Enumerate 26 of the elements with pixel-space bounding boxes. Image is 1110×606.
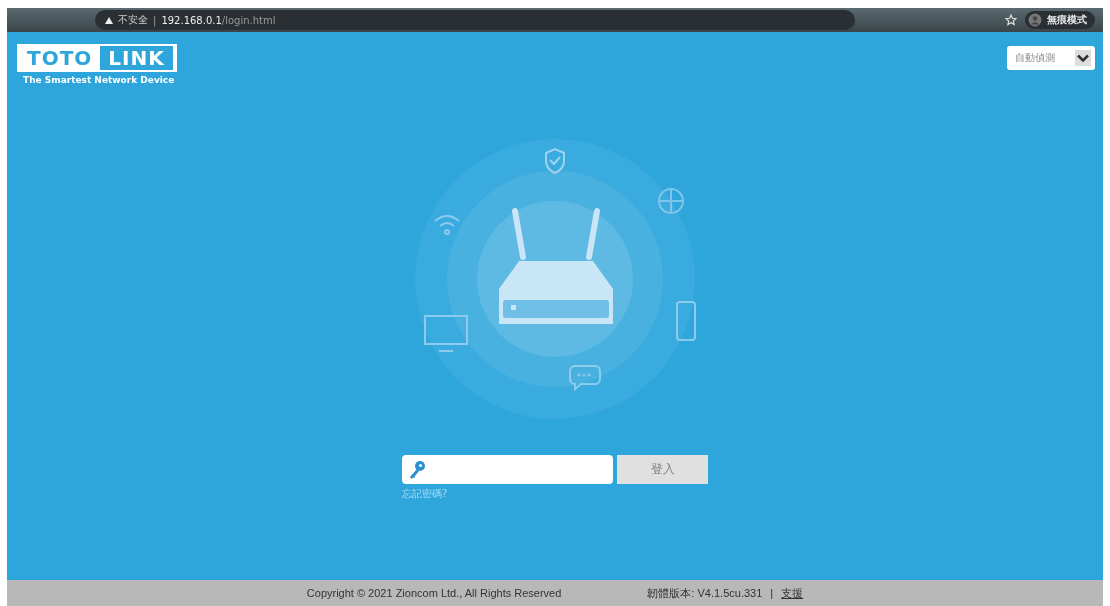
router-icon bbox=[499, 208, 613, 324]
security-label: 不安全 bbox=[118, 13, 148, 27]
star-icon[interactable] bbox=[1005, 14, 1017, 26]
language-select[interactable]: 自動偵測 bbox=[1007, 46, 1095, 70]
divider-mark: | bbox=[153, 14, 157, 26]
monitor-icon bbox=[424, 315, 468, 352]
copyright-text: Copyright © 2021 Zioncom Ltd., All Rights Reserved bbox=[306, 587, 562, 599]
chevron-down-icon bbox=[1075, 50, 1091, 66]
warning-icon bbox=[105, 16, 113, 24]
key-icon bbox=[408, 459, 426, 480]
firmware-version: 韌體版本: V4.1.5cu.331 bbox=[647, 585, 763, 601]
separator-text: | bbox=[770, 587, 774, 599]
globe-icon bbox=[658, 188, 684, 214]
url-host: 192.168.0.1 bbox=[161, 14, 222, 26]
chat-icon bbox=[569, 365, 601, 390]
incognito-button[interactable]: 無痕模式 bbox=[1025, 11, 1095, 29]
phone-icon bbox=[676, 301, 696, 341]
password-field[interactable] bbox=[402, 455, 613, 484]
wifi-icon bbox=[434, 215, 460, 235]
logo: TOTO LINK bbox=[17, 44, 177, 72]
tagline: The Smartest Network Device bbox=[22, 75, 176, 85]
avatar-icon bbox=[1028, 13, 1042, 27]
address-bar[interactable]: 不安全 | 192.168.0.1/login.html bbox=[95, 10, 855, 30]
url-path: /login.html bbox=[221, 14, 276, 26]
support-link[interactable]: 支援 bbox=[781, 585, 804, 601]
shield-icon bbox=[545, 148, 565, 174]
